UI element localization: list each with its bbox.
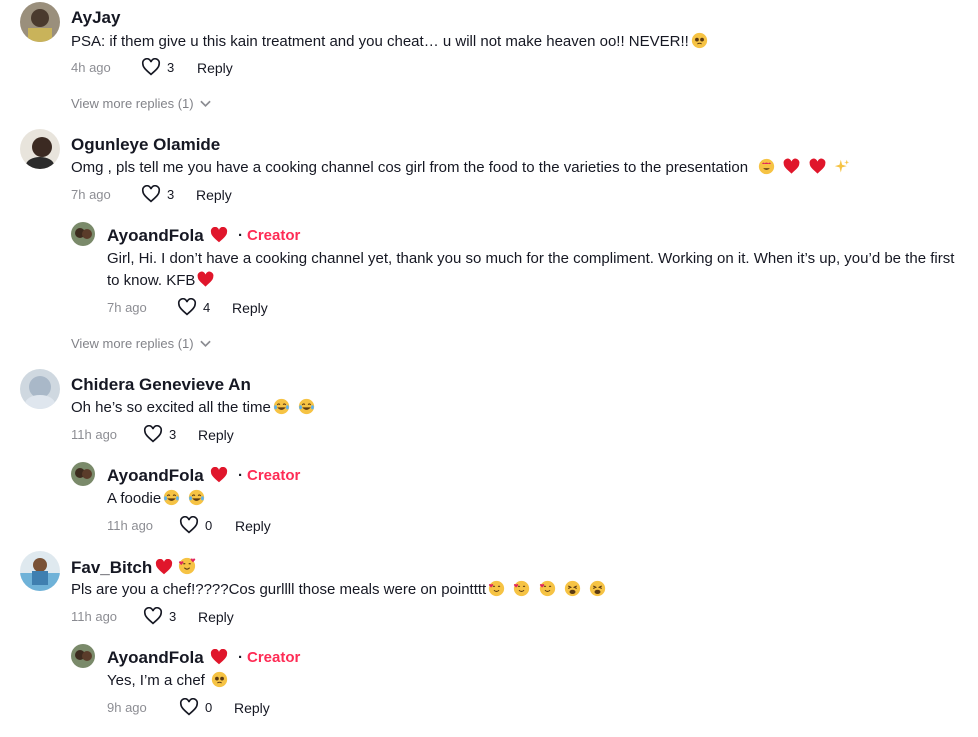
- heart-outline-icon: [143, 607, 163, 625]
- like-button[interactable]: 3: [141, 58, 174, 76]
- reply-text: Girl, Hi. I don’t have a cooking channel…: [107, 250, 955, 289]
- like-button[interactable]: 0: [179, 698, 212, 716]
- like-count: 0: [205, 517, 213, 533]
- reply-text: Yes, I’m a chef: [107, 670, 228, 692]
- comment-username[interactable]: Chidera Genevieve An: [71, 375, 251, 395]
- reply-time: 7h ago: [107, 300, 147, 315]
- comment-text: Omg , pls tell me you have a cooking cha…: [71, 157, 851, 179]
- comment-text: Pls are you a chef!????Cos gurllll those…: [71, 579, 606, 601]
- reply-button[interactable]: Reply: [234, 700, 270, 716]
- like-button[interactable]: 3: [141, 185, 174, 203]
- comment-text: PSA: if them give u this kain treatment …: [71, 31, 708, 53]
- comment-username[interactable]: Fav_Bitch: [71, 557, 196, 578]
- tears-of-joy-icon: [273, 398, 289, 415]
- red-heart-icon: [809, 158, 825, 174]
- reply-button[interactable]: Reply: [198, 609, 234, 625]
- red-heart-icon: [156, 559, 173, 575]
- red-heart-icon: [783, 158, 800, 174]
- avatar[interactable]: [20, 551, 60, 591]
- like-button[interactable]: 0: [179, 516, 212, 534]
- creator-badge: · Creator: [238, 467, 301, 484]
- tears-of-joy-icon: [164, 489, 180, 506]
- like-button[interactable]: 3: [143, 607, 176, 625]
- smiling-face-with-hearts-icon: [489, 580, 505, 597]
- reply-username[interactable]: AyoandFola: [107, 648, 228, 668]
- heart-outline-icon: [179, 698, 199, 716]
- red-heart-icon: [197, 271, 214, 287]
- heart-outline-icon: [143, 425, 163, 443]
- like-count: 3: [169, 426, 177, 442]
- creator-avatar[interactable]: [71, 462, 95, 486]
- comment-time: 4h ago: [71, 60, 111, 75]
- red-heart-icon: [210, 227, 227, 243]
- reply-button[interactable]: Reply: [198, 427, 234, 443]
- comment-username[interactable]: AyJay: [71, 8, 120, 28]
- smiling-face-with-hearts-icon: [539, 580, 555, 597]
- like-count: 3: [169, 608, 177, 624]
- pleading-face-icon: [211, 671, 227, 688]
- comment-time: 11h ago: [71, 427, 118, 442]
- chevron-down-icon: [199, 340, 211, 347]
- reply-time: 9h ago: [107, 700, 147, 715]
- like-count: 4: [203, 299, 211, 315]
- like-count: 3: [167, 186, 175, 202]
- creator-avatar[interactable]: [71, 222, 95, 246]
- reply-username[interactable]: AyoandFola: [107, 466, 228, 486]
- tears-of-joy-icon: [189, 489, 205, 506]
- comment-text: Oh he’s so excited all the time: [71, 397, 315, 419]
- chevron-down-icon: [199, 100, 211, 107]
- smiling-face-with-hearts-icon: [514, 580, 530, 597]
- avatar[interactable]: [20, 2, 60, 42]
- tears-of-joy-icon: [298, 398, 315, 415]
- like-button[interactable]: 4: [177, 298, 210, 316]
- creator-badge: · Creator: [238, 649, 301, 666]
- reply-button[interactable]: Reply: [197, 60, 233, 76]
- heart-eyes-icon: [759, 158, 775, 175]
- reply-button[interactable]: Reply: [196, 187, 232, 203]
- heart-outline-icon: [141, 185, 161, 203]
- reply-text: A foodie: [107, 488, 205, 510]
- tired-face-icon: [564, 580, 580, 597]
- sparkles-icon: [834, 159, 850, 173]
- red-heart-icon: [210, 649, 227, 665]
- heart-outline-icon: [141, 58, 161, 76]
- reply-button[interactable]: Reply: [235, 518, 271, 534]
- like-count: 0: [205, 699, 213, 715]
- pleading-face-icon: [691, 32, 707, 49]
- red-heart-icon: [210, 467, 227, 483]
- avatar[interactable]: [20, 129, 60, 169]
- comment-time: 7h ago: [71, 187, 111, 202]
- reply-time: 11h ago: [107, 518, 154, 533]
- creator-avatar[interactable]: [71, 644, 95, 668]
- view-more-replies[interactable]: View more replies (1): [71, 336, 211, 351]
- comment-username[interactable]: Ogunleye Olamide: [71, 135, 220, 155]
- heart-outline-icon: [177, 298, 197, 316]
- like-count: 3: [167, 59, 175, 75]
- heart-outline-icon: [179, 516, 199, 534]
- comment-time: 11h ago: [71, 609, 118, 624]
- reply-username[interactable]: AyoandFola: [107, 226, 228, 246]
- avatar[interactable]: [20, 369, 60, 409]
- like-button[interactable]: 3: [143, 425, 176, 443]
- view-more-replies[interactable]: View more replies (1): [71, 96, 211, 111]
- tired-face-icon: [589, 580, 606, 597]
- creator-badge: · Creator: [238, 227, 301, 244]
- reply-button[interactable]: Reply: [232, 300, 268, 316]
- smiling-face-with-hearts-icon: [179, 557, 196, 575]
